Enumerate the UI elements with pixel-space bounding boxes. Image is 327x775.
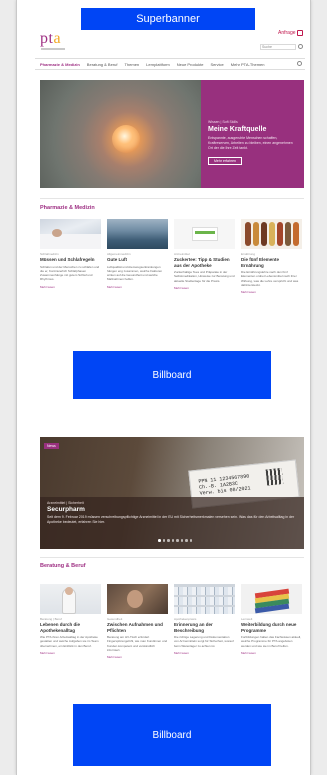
hero-light-orb	[112, 125, 140, 153]
carousel-dot[interactable]	[162, 539, 165, 542]
article-card[interactable]: Allgemeinmedizin Gute Luft Luftqualität …	[107, 219, 168, 294]
nav-item-neue-produkte[interactable]: Neue Produkte	[177, 62, 204, 67]
card-title[interactable]: Erinnerung an der Beschreibung	[174, 622, 235, 633]
article-card[interactable]: Ernährung Die fünf Elemente Ernährung Di…	[241, 219, 302, 294]
card-row-beratung: Beratung | Beruf Lebenen durch die Apoth…	[40, 584, 304, 659]
card-kicker: Allgemeinmedizin	[107, 252, 131, 256]
article-card[interactable]: Gesundheit Zwischen Aufnahmen und Pflich…	[107, 584, 168, 659]
card-image	[40, 584, 101, 614]
nav-item-pharmazie[interactable]: Pharmazie & Medizin	[40, 62, 80, 67]
hero-button[interactable]: Mehr erfahren	[208, 157, 242, 165]
card-kicker: Beratung | Beruf	[40, 617, 62, 621]
card-text: Zuckerhaltige Tees und Präparate in der …	[174, 270, 235, 283]
carousel-dot[interactable]	[185, 539, 188, 542]
card-text: Schlafen und der Menschen zu schlafen un…	[40, 264, 100, 282]
logo-accent: a	[53, 30, 62, 47]
card-row-pharmazie: Schlafmedizin Müssen und Schlafregeln Sc…	[40, 219, 304, 294]
section-divider	[40, 198, 304, 199]
card-more-link[interactable]: Mehr lesen	[107, 655, 168, 659]
article-card[interactable]: Beratung | Beruf Lebenen durch die Apoth…	[40, 584, 101, 659]
billboard-ad-bottom[interactable]: Billboard	[73, 704, 271, 766]
card-kicker: Schlafmedizin	[40, 252, 59, 256]
card-text: Fortbildungen halten das Fachwissen aktu…	[241, 635, 302, 648]
card-more-link[interactable]: Mehr lesen	[174, 286, 235, 290]
card-kicker: Apothekenpraxis	[174, 617, 197, 621]
card-kicker: Arzneimittel	[174, 252, 190, 256]
card-text: Die richtige Lagerung und Dokumentation …	[174, 635, 234, 648]
card-title[interactable]: Müssen und Schlafregeln	[40, 257, 101, 263]
card-image	[40, 219, 101, 249]
card-image	[174, 584, 235, 614]
card-kicker: Lernwelt	[241, 617, 253, 621]
section-title-beratung[interactable]: Beratung & Beruf	[40, 563, 86, 569]
carousel-kicker: Arzneimittel | Sicherheit	[47, 501, 84, 505]
package-label: PPN 11 1234567890 Ch.-B. 1A2B3C Verw. bi…	[198, 473, 251, 496]
carousel-dot[interactable]	[180, 539, 183, 542]
nav-search-icon[interactable]	[297, 61, 302, 66]
section-title-pharmazie[interactable]: Pharmazie & Medizin	[40, 205, 95, 211]
hero-text: Entspannte, ausgeruhte Menschen schaffen…	[208, 136, 293, 150]
carousel-dot[interactable]	[189, 539, 192, 542]
carousel-title[interactable]: Securpharm	[47, 506, 297, 513]
card-more-link[interactable]: Mehr lesen	[40, 651, 101, 655]
carousel-dot[interactable]	[158, 539, 161, 542]
carousel-teaser[interactable]: PPN 11 1234567890 Ch.-B. 1A2B3C Verw. bi…	[40, 437, 304, 549]
card-more-link[interactable]: Mehr lesen	[241, 290, 302, 294]
article-card[interactable]: Arzneimittel Zuckertee: Tipp & Studien a…	[174, 219, 235, 294]
card-text: Beratung am HV-Tisch erfordert Fingerspi…	[107, 635, 168, 652]
nav-item-mehr[interactable]: Mehr PTA-Themen	[231, 62, 265, 67]
hero-panel: Wissen | Soft Skills Meine Kraftquelle E…	[201, 80, 304, 188]
card-title[interactable]: Weiterbildung durch neue Programme	[241, 622, 302, 633]
card-more-link[interactable]: Mehr lesen	[107, 285, 168, 289]
card-kicker: Ernährung	[241, 252, 256, 256]
card-text: Die Ernährungslehre nach den fünf Elemen…	[241, 270, 299, 287]
card-image	[241, 219, 302, 249]
search-icon[interactable]	[298, 44, 303, 49]
article-card[interactable]: Apothekenpraxis Erinnerung an der Beschr…	[174, 584, 235, 659]
card-title[interactable]: Lebenen durch die Apothekenalltag	[40, 622, 101, 633]
card-kicker: Gesundheit	[107, 617, 123, 621]
hero-kicker: Wissen | Soft Skills	[208, 120, 238, 124]
cart-icon[interactable]	[297, 30, 303, 36]
card-image	[107, 219, 168, 249]
site-logo[interactable]: pta	[40, 30, 61, 48]
carousel-tag: News	[44, 443, 59, 449]
logo-underline	[41, 48, 65, 50]
carousel-dots	[158, 539, 192, 542]
hero-teaser[interactable]: Wissen | Soft Skills Meine Kraftquelle E…	[40, 80, 304, 188]
card-more-link[interactable]: Mehr lesen	[241, 651, 302, 655]
main-nav: Pharmazie & Medizin Beratung & Beruf The…	[35, 58, 305, 70]
search-input[interactable]: Suche	[260, 44, 296, 50]
card-image	[174, 219, 235, 249]
carousel-text: Seit dem 9. Februar 2019 müssen verschre…	[47, 515, 295, 524]
card-image	[241, 584, 302, 614]
section-divider	[40, 557, 304, 558]
nav-item-themen[interactable]: Themen	[124, 62, 139, 67]
card-title[interactable]: Zuckertee: Tipp & Studien aus der Apothe…	[174, 257, 235, 268]
datamatrix-code	[265, 467, 284, 486]
card-text: Wie PTA ihren Arbeitsalltag in der Apoth…	[40, 635, 99, 648]
user-link[interactable]: Anfrage	[278, 30, 296, 36]
card-title[interactable]: Die fünf Elemente Ernährung	[241, 257, 302, 268]
billboard-ad-top[interactable]: Billboard	[73, 351, 271, 399]
article-card[interactable]: Lernwelt Weiterbildung durch neue Progra…	[241, 584, 302, 659]
card-title[interactable]: Zwischen Aufnahmen und Pflichten	[107, 622, 168, 633]
card-title[interactable]: Gute Luft	[107, 257, 168, 263]
logo-main: pt	[40, 30, 54, 47]
nav-item-service[interactable]: Service	[210, 62, 223, 67]
card-more-link[interactable]: Mehr lesen	[174, 651, 235, 655]
nav-item-beratung[interactable]: Beratung & Beruf	[87, 62, 118, 67]
card-more-link[interactable]: Mehr lesen	[40, 285, 101, 289]
hero-title[interactable]: Meine Kraftquelle	[208, 126, 297, 133]
card-text: Luftqualität und Atemwegserkrankungen hä…	[107, 264, 163, 282]
nav-item-lernplattform[interactable]: Lernplattform	[146, 62, 170, 67]
article-card[interactable]: Schlafmedizin Müssen und Schlafregeln Sc…	[40, 219, 101, 294]
carousel-dot[interactable]	[176, 539, 179, 542]
card-image	[107, 584, 168, 614]
superbanner-ad[interactable]: Superbanner	[81, 8, 255, 30]
carousel-dot[interactable]	[171, 539, 174, 542]
carousel-dot[interactable]	[167, 539, 170, 542]
